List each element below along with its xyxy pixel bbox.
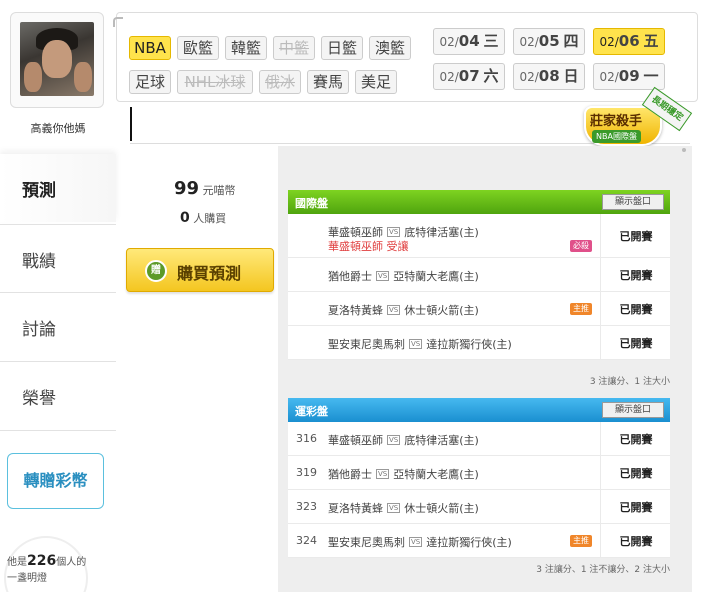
- lottery-summary: 3 注讓分、1 注不讓分、2 注大小: [536, 565, 670, 575]
- lottery-table-header: 運彩盤 顯示盤口: [288, 398, 670, 422]
- lamp-count: 226: [27, 553, 57, 569]
- category-russia-hockey: 俄冰: [259, 70, 301, 94]
- vs-icon: VS: [376, 469, 390, 479]
- avatar-frame[interactable]: [10, 12, 104, 108]
- vs-icon: VS: [376, 271, 390, 281]
- nav-item-honor[interactable]: 榮譽: [0, 361, 116, 429]
- status-badge: 已開賽: [619, 229, 653, 243]
- buy-prediction-label: 購買預測: [177, 264, 242, 283]
- category-american-football[interactable]: 美足: [355, 70, 397, 94]
- nav-item-predict[interactable]: 預測: [0, 154, 116, 222]
- date-0205[interactable]: 02/05 四: [513, 28, 585, 55]
- filter-panel: NBA 歐籃 韓籃 中籃 日籃 澳籃 足球 NHL冰球 俄冰 賽馬 美足 02/…: [113, 12, 698, 102]
- gift-coins-button[interactable]: 轉贈彩幣: [7, 453, 104, 509]
- table-row[interactable]: 319 猶他爵士 VS 亞特蘭大老鷹(主) 已開賽: [288, 456, 670, 490]
- badge-title: 莊家殺手: [590, 114, 643, 129]
- date-0207[interactable]: 02/07 六: [433, 63, 505, 90]
- category-australia-basketball[interactable]: 澳籃: [369, 36, 411, 60]
- buyer-count: 0 人購買: [180, 210, 227, 226]
- username[interactable]: 高義你他媽: [0, 120, 116, 136]
- nav-item-discuss[interactable]: 討論: [0, 292, 116, 360]
- recommend-badge: 主推: [570, 303, 592, 315]
- date-0208[interactable]: 02/08 日: [513, 63, 585, 90]
- status-badge: 已開賽: [619, 466, 653, 480]
- lamp-stat: 他是226個人的 一盞明燈: [7, 553, 87, 584]
- badge-subtitle: NBA國際盤: [592, 130, 641, 143]
- show-odds-button[interactable]: 顯示盤口: [602, 402, 664, 418]
- text-cursor: [130, 107, 132, 141]
- nav-item-label: 討論: [22, 320, 56, 340]
- intl-odds-table: 國際盤 顯示盤口 華盛頓巫師 VS 底特律活塞(主) 華盛頓巫師 受讓 必殺 已開賽…: [288, 190, 670, 360]
- table-row[interactable]: 324 聖安東尼奧馬刺 VS 達拉斯獨行俠(主) 主推 已開賽: [288, 524, 670, 558]
- table-row[interactable]: 猶他爵士 VS 亞特蘭大老鷹(主) 已開賽: [288, 258, 670, 292]
- category-nhl: NHL冰球: [177, 70, 253, 94]
- table-row[interactable]: 夏洛特黃蜂 VS 休士頓火箭(主) 主推 已開賽: [288, 292, 670, 326]
- buy-prediction-button[interactable]: 贈 購買預測: [126, 248, 274, 292]
- nav-divider: [0, 430, 116, 453]
- purchase-panel: 99 元喵幣 0 人購買 贈 購買預測: [126, 146, 278, 592]
- category-china-basketball: 中籃: [273, 36, 315, 60]
- category-euro-basketball[interactable]: 歐籃: [177, 36, 219, 60]
- lottery-table-title: 運彩盤: [295, 405, 328, 418]
- date-0206[interactable]: 02/06 五: [593, 28, 665, 55]
- status-badge: 已開賽: [619, 432, 653, 446]
- category-soccer[interactable]: 足球: [129, 70, 171, 94]
- sidebar: 高義你他媽 預測 戰績 討論 榮譽 轉贈彩幣 他是226個人的 一盞明燈: [0, 0, 116, 592]
- nav-item-label: 榮譽: [22, 389, 56, 409]
- intl-table-title: 國際盤: [295, 197, 328, 210]
- table-row[interactable]: 聖安東尼奧馬刺 VS 達拉斯獨行俠(主) 已開賽: [288, 326, 670, 360]
- category-japan-basketball[interactable]: 日籃: [321, 36, 363, 60]
- must-kill-badge: 必殺: [570, 240, 592, 252]
- status-badge: 已開賽: [619, 534, 653, 548]
- category-nba[interactable]: NBA: [129, 36, 171, 60]
- vs-icon: VS: [409, 537, 423, 547]
- intl-summary: 3 注讓分、1 注大小: [589, 377, 670, 387]
- prediction-area: 99 元喵幣 0 人購買 贈 購買預測 國際盤 顯示盤口 華盛頓巫師 VS 底特律活…: [126, 146, 692, 592]
- show-odds-button[interactable]: 顯示盤口: [602, 194, 664, 210]
- vs-icon: VS: [387, 227, 401, 237]
- recommend-badge: 主推: [570, 535, 592, 547]
- intl-table-header: 國際盤 顯示盤口: [288, 190, 670, 214]
- table-row[interactable]: 323 夏洛特黃蜂 VS 休士頓火箭(主) 已開賽: [288, 490, 670, 524]
- status-badge: 已開賽: [619, 500, 653, 514]
- coin-icon: 贈: [145, 260, 167, 282]
- category-korea-basketball[interactable]: 韓籃: [225, 36, 267, 60]
- vs-icon: VS: [409, 339, 423, 349]
- avatar[interactable]: [20, 22, 94, 96]
- vs-icon: VS: [387, 503, 401, 513]
- category-horse-racing[interactable]: 賽馬: [307, 70, 349, 94]
- lottery-odds-table: 運彩盤 顯示盤口 316 華盛頓巫師 VS 底特律活塞(主) 已開賽 319 猶他爵…: [288, 398, 670, 558]
- table-row[interactable]: 316 華盛頓巫師 VS 底特律活塞(主) 已開賽: [288, 422, 670, 456]
- vs-icon: VS: [387, 435, 401, 445]
- nav-item-label: 戰績: [22, 252, 56, 272]
- status-badge: 已開賽: [619, 302, 653, 316]
- status-badge: 已開賽: [619, 268, 653, 282]
- table-row[interactable]: 華盛頓巫師 VS 底特律活塞(主) 華盛頓巫師 受讓 必殺 已開賽: [288, 214, 670, 258]
- nav-item-label: 預測: [22, 181, 56, 201]
- nav-item-record[interactable]: 戰績: [0, 224, 116, 292]
- price: 99 元喵幣: [174, 178, 236, 199]
- vs-icon: VS: [387, 305, 401, 315]
- date-0204[interactable]: 02/04 三: [433, 28, 505, 55]
- status-badge: 已開賽: [619, 336, 653, 350]
